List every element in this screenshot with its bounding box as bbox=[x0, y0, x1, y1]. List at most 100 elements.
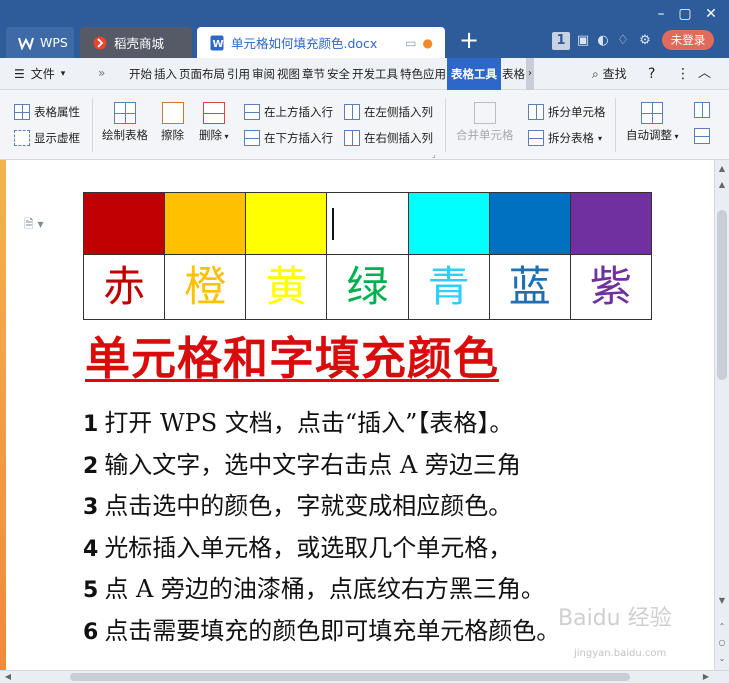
skin-icon[interactable]: ♢ bbox=[614, 32, 632, 50]
chevron-down-icon: ▾ bbox=[222, 132, 229, 141]
show-gridlines-button[interactable]: 显示虚框 bbox=[14, 130, 80, 146]
delete-button[interactable]: 删除 ▾ bbox=[199, 102, 229, 143]
merge-cells-button[interactable]: 合并单元格 bbox=[456, 102, 514, 143]
color-char-cell[interactable]: 赤 bbox=[82, 254, 166, 320]
more-tabs-icon[interactable]: » bbox=[98, 66, 105, 80]
scroll-thumb[interactable] bbox=[717, 210, 727, 380]
tab-chapter[interactable]: 章节 bbox=[301, 58, 326, 90]
sync-icon[interactable]: ◐ bbox=[594, 32, 612, 50]
row-height-icon-shape bbox=[694, 128, 710, 144]
ribbon-divider bbox=[445, 98, 446, 152]
color-swatch-cell[interactable] bbox=[82, 192, 166, 255]
menu-bar: ☰ 文件 ▾ » 开始 插入 页面布局 引用 审阅 视图 章节 安全 开发工具 … bbox=[0, 58, 729, 90]
color-swatch-cell[interactable] bbox=[488, 192, 571, 255]
tabs-scroll-right-icon[interactable]: › bbox=[526, 58, 534, 90]
step-line: 4 光标插入单元格，或选取几个单元格， bbox=[83, 528, 560, 570]
insert-row-below-button[interactable]: 在下方插入行 bbox=[244, 130, 333, 146]
insert-col-left-button[interactable]: 在左侧插入列 bbox=[344, 104, 433, 120]
auto-fit-icon bbox=[641, 102, 664, 124]
maximize-icon[interactable]: ▢ bbox=[674, 4, 696, 24]
tab-review[interactable]: 审阅 bbox=[251, 58, 276, 90]
color-swatch-cell[interactable] bbox=[326, 192, 409, 255]
auto-fit-button[interactable]: 自动调整 ▾ bbox=[626, 102, 679, 143]
layout-icon[interactable]: ▣ bbox=[574, 32, 592, 50]
step-number: 5 bbox=[83, 578, 99, 603]
horizontal-scrollbar[interactable]: ◀ ▶ bbox=[0, 670, 729, 683]
color-char-cell[interactable]: 紫 bbox=[569, 254, 653, 320]
table-properties-button[interactable]: 表格属性 bbox=[14, 104, 80, 120]
color-swatch-cell[interactable] bbox=[407, 192, 490, 255]
color-swatch-cell[interactable] bbox=[245, 192, 328, 255]
split-table-button[interactable]: 拆分表格 ▾ bbox=[528, 130, 602, 146]
tab-table-style[interactable]: 表格 bbox=[501, 58, 526, 90]
color-char-cell[interactable]: 绿 bbox=[326, 254, 409, 320]
tab-references[interactable]: 引用 bbox=[226, 58, 251, 90]
color-table[interactable]: 赤 橙 黄 绿 青 蓝 紫 bbox=[82, 192, 653, 320]
step-line: 1 打开 WPS 文档，点击“插入”【表格】。 bbox=[83, 403, 560, 445]
color-char-cell[interactable]: 青 bbox=[407, 254, 490, 320]
column-width-icon-shape bbox=[694, 102, 710, 118]
baidu-watermark: Baidu 经验 bbox=[558, 606, 672, 631]
search-button[interactable]: ⌕ 查找 bbox=[592, 58, 627, 90]
vertical-scrollbar[interactable]: ▲ ▲ ▼ ⌃ ○ ⌄ bbox=[714, 160, 729, 670]
swatch-row bbox=[82, 192, 653, 255]
scroll-right-icon[interactable]: ▶ bbox=[700, 671, 712, 683]
color-char-cell[interactable]: 黄 bbox=[245, 254, 328, 320]
split-table-label: 拆分表格 bbox=[548, 131, 594, 145]
step-number: 1 bbox=[83, 412, 99, 437]
scroll-down-icon[interactable]: ▼ bbox=[715, 594, 729, 608]
tab-special[interactable]: 特色应用 bbox=[399, 58, 447, 90]
tab-table-tools[interactable]: 表格工具 bbox=[447, 58, 501, 90]
erase-button[interactable]: 擦除 bbox=[161, 102, 184, 143]
file-menu[interactable]: ☰ 文件 ▾ bbox=[14, 65, 65, 82]
tab-document[interactable]: W 单元格如何填充颜色.docx ▭ ● bbox=[197, 27, 445, 58]
draw-table-button[interactable]: 绘制表格 bbox=[102, 102, 148, 143]
step-line: 6 点击需要填充的颜色即可填充单元格颜色。 bbox=[83, 611, 560, 653]
document-area[interactable]: 🗎 ▾ 赤 橙 黄 绿 青 蓝 紫 单元格和字填充颜色 1 打开 WPS 文档，点… bbox=[0, 160, 714, 670]
color-swatch-cell[interactable] bbox=[164, 192, 247, 255]
tab-start[interactable]: 开始 bbox=[128, 58, 153, 90]
help-icon[interactable]: ? bbox=[648, 58, 655, 90]
color-char-cell[interactable]: 蓝 bbox=[488, 254, 571, 320]
more-options-icon[interactable]: ⋮ bbox=[676, 58, 690, 90]
tab-insert[interactable]: 插入 bbox=[153, 58, 178, 90]
insert-above-label: 在上方插入行 bbox=[264, 105, 333, 119]
prev-page-icon[interactable]: ⌃ bbox=[715, 620, 729, 634]
eraser-icon bbox=[161, 102, 184, 124]
insert-row-above-button[interactable]: 在上方插入行 bbox=[244, 104, 333, 120]
row-height-icon[interactable] bbox=[694, 128, 710, 144]
collapse-ribbon-icon[interactable]: ︿ bbox=[698, 58, 711, 90]
step-number: 6 bbox=[83, 619, 99, 645]
monitor-icon[interactable]: ▭ bbox=[405, 36, 416, 50]
scroll-page-up-icon[interactable]: ▲ bbox=[715, 178, 729, 192]
tab-daoke-store[interactable]: 稻壳商城 bbox=[80, 27, 192, 58]
scroll-left-icon[interactable]: ◀ bbox=[2, 671, 14, 683]
tab-page-layout[interactable]: 页面布局 bbox=[178, 58, 226, 90]
close-icon[interactable]: ✕ bbox=[700, 4, 722, 24]
tab-wps[interactable]: WPS bbox=[6, 27, 74, 58]
color-swatch-cell[interactable] bbox=[569, 192, 653, 255]
split-cells-button[interactable]: 拆分单元格 bbox=[528, 104, 606, 120]
text-cursor bbox=[332, 208, 335, 240]
insert-row-above-icon bbox=[244, 104, 260, 120]
tab-view[interactable]: 视图 bbox=[276, 58, 301, 90]
page-options-icon[interactable]: 🗎 ▾ bbox=[24, 215, 44, 236]
minimize-icon[interactable]: – bbox=[650, 4, 672, 24]
tab-developer[interactable]: 开发工具 bbox=[351, 58, 399, 90]
tab-security[interactable]: 安全 bbox=[326, 58, 351, 90]
color-char-cell[interactable]: 橙 bbox=[164, 254, 247, 320]
scroll-up-icon[interactable]: ▲ bbox=[715, 162, 729, 176]
add-tab-button[interactable]: + bbox=[455, 27, 483, 55]
split-cells-label: 拆分单元格 bbox=[548, 105, 606, 119]
step-text: 点 A 旁边的油漆桶，点底纹右方黑三角。 bbox=[104, 575, 545, 603]
login-button[interactable]: 未登录 bbox=[662, 30, 714, 50]
window-count-badge[interactable]: 1 bbox=[552, 32, 570, 50]
insert-col-right-button[interactable]: 在右侧插入列 bbox=[344, 130, 433, 146]
select-browse-icon[interactable]: ○ bbox=[715, 636, 729, 650]
column-width-icon[interactable] bbox=[694, 102, 710, 118]
next-page-icon[interactable]: ⌄ bbox=[715, 652, 729, 666]
ribbon-expand-icon[interactable]: ⌟ bbox=[432, 150, 436, 159]
h-scroll-thumb[interactable] bbox=[70, 673, 630, 681]
settings-icon[interactable]: ⚙ bbox=[636, 32, 654, 50]
erase-label: 擦除 bbox=[161, 128, 184, 142]
